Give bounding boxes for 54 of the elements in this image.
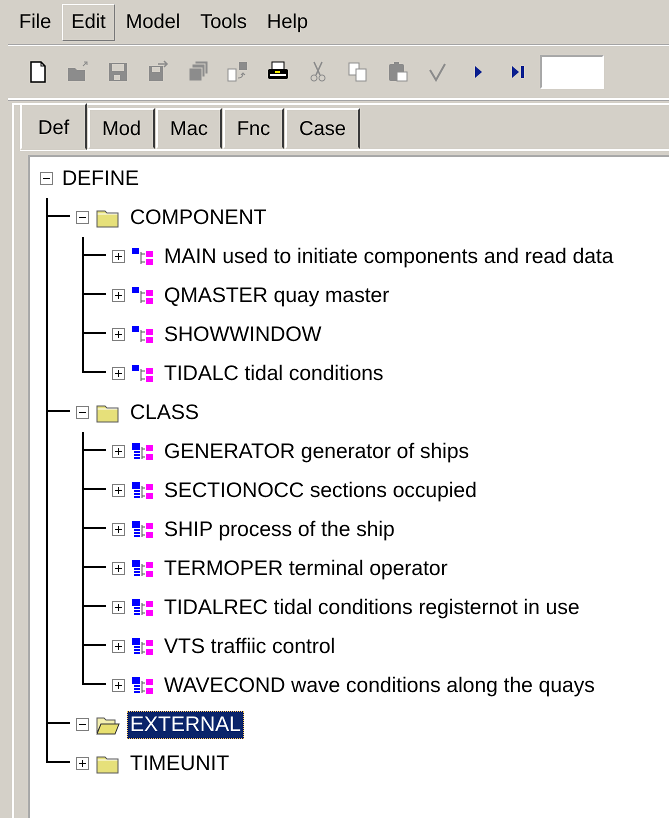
tree-item[interactable]: QMASTER quay master	[161, 282, 392, 310]
tree-item[interactable]: DEFINE	[59, 164, 142, 192]
expand-icon[interactable]	[112, 328, 125, 341]
collapse-icon[interactable]	[76, 718, 89, 731]
tree-item[interactable]: EXTERNAL	[127, 710, 244, 738]
expand-icon[interactable]	[112, 289, 125, 302]
component-icon	[131, 246, 155, 268]
tree-item[interactable]: TERMOPER terminal operator	[161, 554, 451, 582]
menu-item[interactable]: Tools	[191, 4, 256, 40]
expand-icon[interactable]	[112, 250, 125, 263]
tree-item[interactable]: TIDALREC tidal conditions registernot in use	[161, 594, 583, 622]
tab[interactable]: Fnc	[222, 108, 284, 149]
expand-icon[interactable]	[112, 679, 125, 692]
tree-item[interactable]: GENERATOR generator of ships	[161, 438, 472, 466]
collapse-icon[interactable]	[76, 406, 89, 419]
class-icon	[131, 636, 155, 658]
expand-icon[interactable]	[112, 601, 125, 614]
expand-icon[interactable]	[112, 640, 125, 653]
tree-item[interactable]: VTS traffiic control	[161, 632, 338, 660]
tab[interactable]: Def	[20, 103, 88, 150]
class-icon	[131, 596, 155, 618]
class-icon	[131, 440, 155, 462]
tree-item[interactable]: TIDALC tidal conditions	[161, 360, 386, 388]
tab[interactable]: Mod	[88, 108, 156, 149]
tree-item[interactable]: SHOWWINDOW	[161, 320, 324, 348]
tab[interactable]: Mac	[156, 108, 222, 149]
menu-item[interactable]: Edit	[62, 4, 115, 40]
tree-item[interactable]: TIMEUNIT	[127, 750, 232, 778]
expand-icon[interactable]	[76, 757, 89, 770]
tree-item[interactable]: SECTIONOCC sections occupied	[161, 476, 480, 504]
expand-icon[interactable]	[112, 523, 125, 536]
tab[interactable]: Case	[285, 108, 360, 149]
tree-item[interactable]: WAVECOND wave conditions along the quays	[161, 672, 598, 700]
menu-item[interactable]: Model	[116, 4, 190, 40]
expand-icon[interactable]	[112, 562, 125, 575]
tree-item[interactable]: MAIN used to initiate components and read data	[161, 242, 616, 270]
class-icon	[131, 480, 155, 502]
menu-item[interactable]: File	[10, 4, 60, 40]
input-field[interactable]	[540, 55, 604, 89]
collapse-icon[interactable]	[76, 211, 89, 224]
expand-icon[interactable]	[112, 445, 125, 458]
expand-icon[interactable]	[112, 367, 125, 380]
class-icon	[131, 558, 155, 580]
component-icon	[131, 284, 155, 306]
tree-item[interactable]: COMPONENT	[127, 204, 270, 232]
tree-item[interactable]: SHIP process of the ship	[161, 516, 398, 544]
component-icon	[131, 362, 155, 384]
component-icon	[131, 324, 155, 346]
class-icon	[131, 518, 155, 540]
collapse-icon[interactable]	[40, 172, 53, 185]
menu-item[interactable]: Help	[258, 4, 318, 40]
tree-item[interactable]: CLASS	[127, 398, 202, 426]
class-icon	[131, 674, 155, 696]
expand-icon[interactable]	[112, 484, 125, 497]
